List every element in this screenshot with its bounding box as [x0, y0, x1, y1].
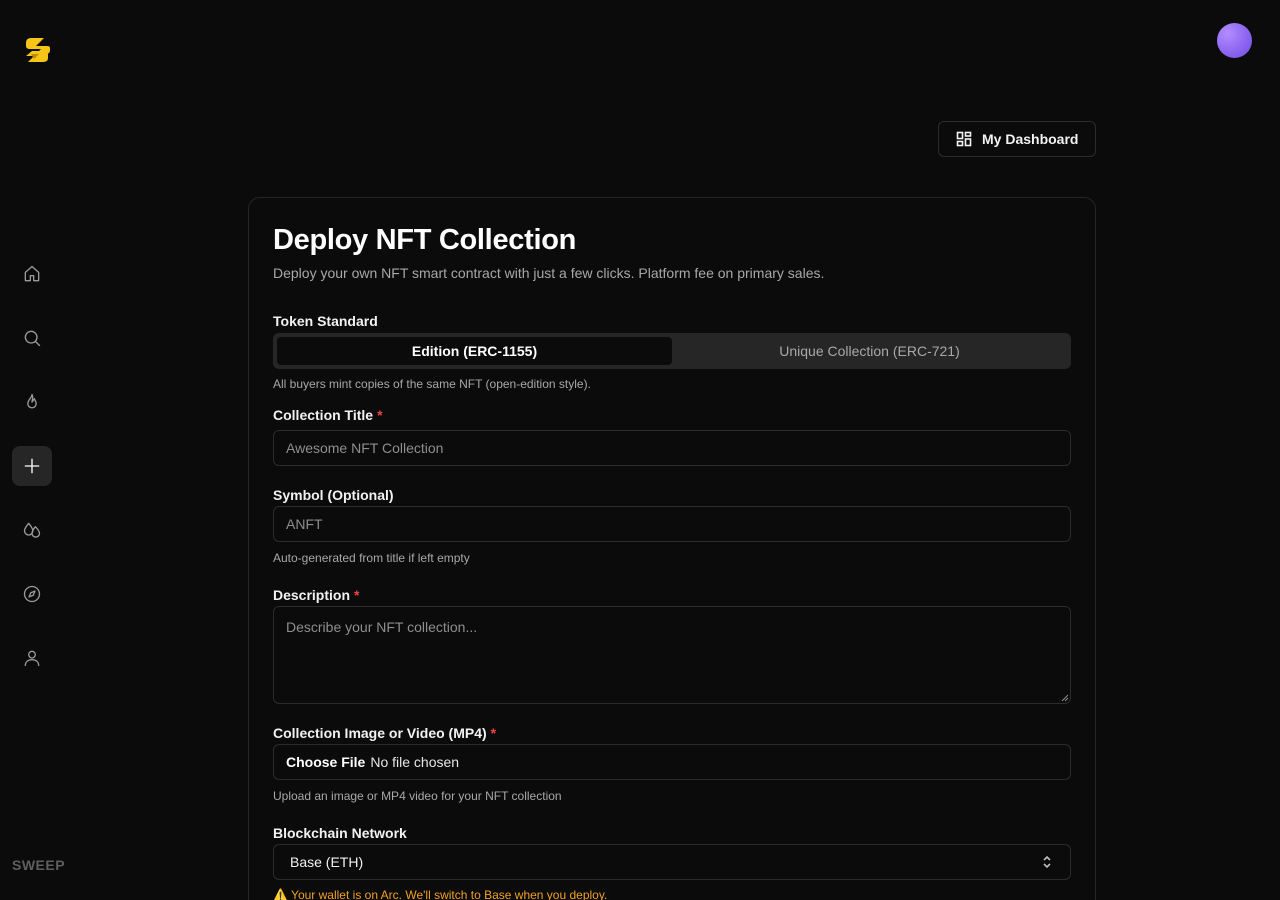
token-standard-label: Token Standard — [273, 313, 378, 329]
sidebar-item-home[interactable] — [12, 254, 52, 294]
my-dashboard-button[interactable]: My Dashboard — [938, 121, 1096, 157]
media-hint: Upload an image or MP4 video for your NF… — [273, 789, 562, 803]
page-subtitle: Deploy your own NFT smart contract with … — [273, 265, 825, 281]
token-standard-option-erc1155[interactable]: Edition (ERC-1155) — [277, 337, 672, 365]
token-standard-hint: All buyers mint copies of the same NFT (… — [273, 377, 591, 391]
drops-icon — [23, 522, 41, 538]
app-logo[interactable] — [22, 34, 54, 66]
page-title: Deploy NFT Collection — [273, 224, 577, 256]
media-label: Collection Image or Video (MP4) * — [273, 725, 496, 741]
flame-icon — [27, 393, 37, 409]
sidebar-item-explore[interactable] — [12, 574, 52, 614]
sidebar-item-trending[interactable] — [12, 382, 52, 422]
symbol-input[interactable] — [273, 506, 1071, 542]
sidebar-item-drops[interactable] — [12, 510, 52, 550]
deploy-form-card: Deploy NFT Collection Deploy your own NF… — [248, 197, 1096, 900]
sweep-logo-icon — [26, 38, 50, 62]
search-icon — [24, 330, 41, 347]
token-standard-toggle: Edition (ERC-1155) Unique Collection (ER… — [273, 333, 1071, 369]
description-label: Description * — [273, 587, 359, 603]
token-standard-option-erc721[interactable]: Unique Collection (ERC-721) — [672, 337, 1067, 365]
brand-wordmark: SWEEP — [12, 857, 66, 873]
required-mark: * — [490, 725, 497, 741]
choose-file-button[interactable]: Choose File — [286, 754, 365, 770]
required-mark: * — [354, 587, 360, 603]
description-wrapper — [273, 606, 1071, 704]
media-file-input[interactable]: Choose File No file chosen — [273, 744, 1071, 780]
user-avatar[interactable] — [1217, 23, 1252, 58]
network-select[interactable]: Base (ETH) — [273, 844, 1071, 880]
chevron-up-down-icon — [1043, 855, 1051, 869]
plus-icon — [24, 458, 40, 474]
sidebar-item-profile[interactable] — [12, 638, 52, 678]
my-dashboard-label: My Dashboard — [982, 131, 1079, 147]
description-textarea[interactable] — [273, 606, 1071, 704]
file-status: No file chosen — [370, 754, 460, 770]
sidebar-nav — [12, 254, 52, 678]
media-label-text: Collection Image or Video (MP4) — [273, 725, 487, 741]
collection-title-label: Collection Title * — [273, 407, 383, 423]
symbol-hint: Auto-generated from title if left empty — [273, 551, 470, 565]
compass-icon — [23, 585, 41, 603]
sidebar-item-create[interactable] — [12, 446, 52, 486]
collection-title-input[interactable] — [273, 430, 1071, 466]
sidebar-item-search[interactable] — [12, 318, 52, 358]
home-icon — [24, 265, 40, 282]
symbol-label: Symbol (Optional) — [273, 487, 394, 503]
network-label: Blockchain Network — [273, 825, 407, 841]
resize-handle-icon[interactable] — [1061, 694, 1069, 702]
collection-title-label-text: Collection Title — [273, 407, 374, 423]
user-icon — [24, 650, 40, 667]
dashboard-grid-icon — [956, 131, 972, 147]
network-selected-value: Base (ETH) — [290, 854, 364, 870]
description-label-text: Description — [273, 587, 351, 603]
required-mark: * — [377, 407, 383, 423]
network-warning: ⚠️ Your wallet is on Arc. We'll switch t… — [273, 888, 608, 900]
